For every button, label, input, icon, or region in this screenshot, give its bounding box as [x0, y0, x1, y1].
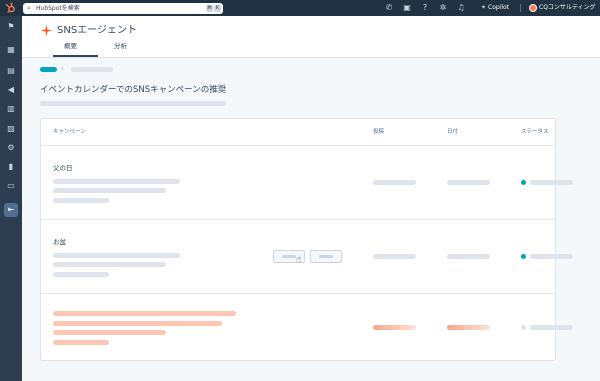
chevron-right-icon: › [61, 65, 64, 73]
status-placeholder [530, 254, 573, 259]
subtitle-placeholder [40, 101, 226, 106]
posts-placeholder [373, 254, 416, 259]
page-header: SNSエージェント 概要 分析 [22, 16, 600, 58]
automation-icon[interactable]: ⚙ [4, 141, 18, 155]
text-placeholder [53, 188, 166, 193]
campaign-table-card: キャンペーン 投稿 日付 ステータス 父の日 お盆 [40, 118, 573, 361]
table-icon[interactable]: ▥ [4, 102, 18, 116]
top-nav-bar: ⌕ HubSpotを検索 ⌘ K ✆ ▣ ? ✲ ♫ ✦ Copilot CQコン… [0, 0, 600, 27]
avatar[interactable] [529, 4, 537, 12]
date-placeholder [447, 325, 490, 330]
copilot-button[interactable]: ✦ Copilot [481, 0, 509, 16]
status-placeholder [530, 180, 573, 185]
column-header-posts: 投稿 [373, 129, 385, 135]
settings-icon[interactable]: ✲ [438, 3, 448, 13]
megaphone-icon[interactable]: ◀ [4, 83, 18, 97]
posts-placeholder [373, 325, 416, 330]
breadcrumb-placeholder [71, 67, 113, 72]
divider [41, 293, 555, 294]
divider [520, 4, 521, 12]
column-header-campaign: キャンペーン [53, 129, 86, 135]
text-placeholder [53, 311, 236, 316]
text-placeholder [53, 340, 109, 345]
status-dot [521, 325, 526, 330]
section-title: イベントカレンダーでのSNSキャンペーンの推奨 [40, 85, 227, 95]
breadcrumb-item[interactable] [40, 67, 57, 72]
agent-sparkle-icon [41, 25, 52, 36]
text-placeholder [53, 330, 166, 335]
commerce-icon[interactable]: ▧ [4, 122, 18, 136]
campaign-title: お盆 [53, 238, 66, 246]
text-placeholder [53, 262, 166, 267]
text-placeholder [53, 179, 180, 184]
divider [41, 145, 555, 146]
date-placeholder [447, 254, 490, 259]
column-header-date: 日付 [447, 129, 459, 135]
notifications-icon[interactable]: ♫ [456, 3, 466, 13]
reports-icon[interactable]: ▮ [4, 160, 18, 174]
marketplace-icon[interactable]: ▣ [402, 3, 412, 13]
copilot-label: Copilot [488, 4, 510, 11]
search-placeholder: HubSpotを検索 [36, 5, 80, 12]
status-placeholder [530, 325, 573, 330]
phone-icon[interactable]: ✆ [384, 3, 394, 13]
shortcut-key-cmd: ⌘ [206, 5, 213, 12]
text-placeholder [53, 321, 222, 326]
active-tab-indicator [53, 55, 98, 57]
status-dot [521, 254, 526, 259]
posts-placeholder [373, 180, 416, 185]
column-header-status: ステータス [521, 129, 549, 135]
contacts-icon[interactable]: ▤ [4, 64, 18, 78]
account-menu[interactable]: CQコンサルティング ▾ [539, 0, 600, 27]
search-icon: ⌕ [27, 4, 31, 12]
status-dot [521, 180, 526, 185]
page-title: SNSエージェント [57, 25, 137, 36]
global-search-input[interactable]: ⌕ HubSpotを検索 ⌘ K [23, 3, 223, 14]
tab-overview[interactable]: 概要 [64, 42, 77, 50]
folder-icon[interactable]: ▭ [4, 179, 18, 193]
text-placeholder [53, 253, 180, 258]
sparkle-icon: ✦ [481, 4, 487, 11]
left-sidebar: ⚑ ▦ ▤ ◀ ▥ ▧ ⚙ ▮ ▭ ⇤ [0, 16, 22, 381]
help-icon[interactable]: ? [420, 3, 430, 13]
text-placeholder [53, 198, 109, 203]
collapse-sidebar-icon[interactable]: ⇤ [4, 203, 18, 217]
hand-cursor-icon: ☝ [296, 255, 302, 265]
divider [41, 219, 555, 220]
hubspot-logo-icon[interactable] [5, 2, 17, 14]
campaign-title: 父の日 [53, 164, 73, 172]
date-placeholder [447, 180, 490, 185]
grid-icon[interactable]: ▦ [4, 43, 18, 57]
bookmark-icon[interactable]: ⚑ [4, 20, 18, 34]
shortcut-key-k: K [214, 5, 221, 12]
row-action-button[interactable] [310, 250, 342, 263]
text-placeholder [53, 272, 109, 277]
tab-analytics[interactable]: 分析 [114, 42, 127, 50]
